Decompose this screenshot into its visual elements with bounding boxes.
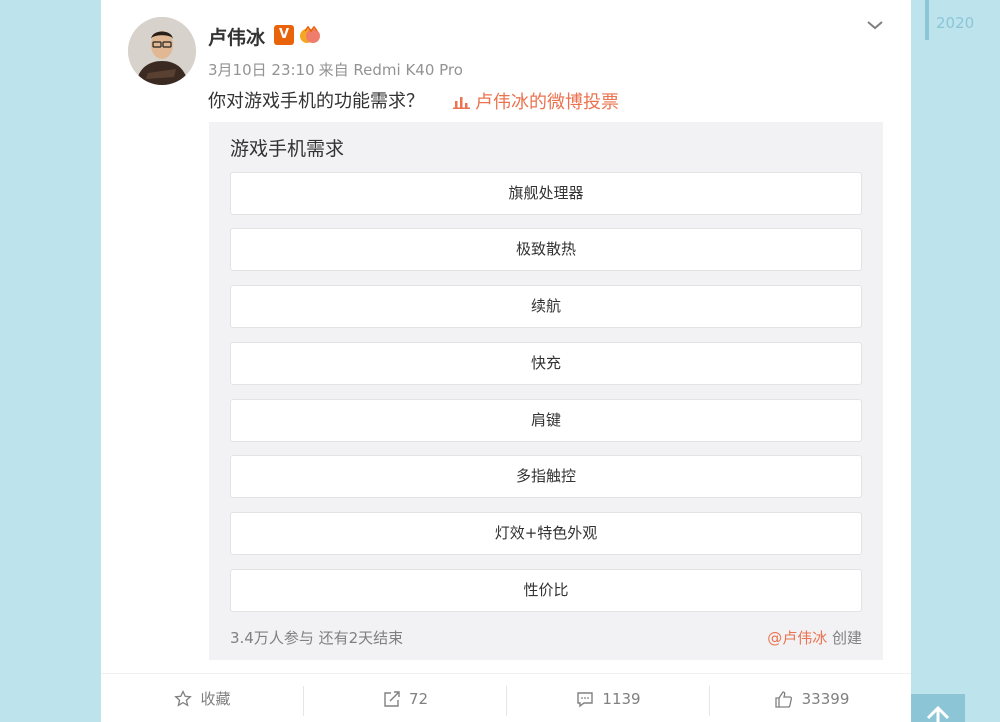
creator-suffix: 创建 [831,629,862,647]
post-card: 卢伟冰 V 3月10日 23:10 来自 Redmi K40 Pro 你对游戏手机… [101,0,911,722]
comment-button[interactable]: 1139 [507,674,710,722]
repost-button[interactable]: 72 [304,674,507,722]
comment-count: 1139 [602,689,641,708]
verified-badge-icon: V [274,25,294,45]
vip-badge-icon [299,24,321,46]
timeline-bar [925,0,929,40]
action-bar: 收藏 72 1139 33399 [101,673,911,722]
comment-icon [577,691,594,707]
post-date[interactable]: 3月10日 23:10 [208,61,315,79]
poll-option[interactable]: 灯效+特色外观 [230,512,862,555]
username[interactable]: 卢伟冰 [208,23,265,50]
star-icon [174,689,193,707]
poll-option[interactable]: 快充 [230,342,862,385]
poll-title: 游戏手机需求 [230,138,345,160]
post-meta: 3月10日 23:10 来自 Redmi K40 Pro [208,59,467,80]
poll-option[interactable]: 极致散热 [230,228,862,271]
poll-option[interactable]: 旗舰处理器 [230,172,862,215]
creator-mention[interactable]: @卢伟冰 [767,629,827,647]
post-text: 你对游戏手机的功能需求？ [208,91,424,112]
thumbs-up-icon [774,690,792,708]
favorite-button[interactable]: 收藏 [101,674,304,722]
arrow-up-icon [926,705,950,722]
avatar-image [128,17,196,85]
favorite-label: 收藏 [200,690,231,708]
timeline-year[interactable]: 2020 [936,14,974,32]
poll-chart-icon [453,97,470,109]
avatar[interactable] [128,17,196,85]
share-icon [384,690,400,707]
poll-option[interactable]: 性价比 [230,569,862,612]
poll-link-label: 卢伟冰的微博投票 [475,92,619,113]
poll-stats: 3.4万人参与 还有2天结束 [230,629,404,647]
poll-link[interactable]: 卢伟冰的微博投票 [453,88,619,114]
poll-option[interactable]: 肩键 [230,399,862,442]
post-source: 来自 Redmi K40 Pro [318,61,463,79]
repost-count: 72 [408,689,429,708]
scroll-to-top-button[interactable] [911,694,965,722]
chevron-down-icon[interactable] [863,15,887,35]
poll-option[interactable]: 多指触控 [230,455,862,498]
like-button[interactable]: 33399 [710,674,913,722]
poll-option[interactable]: 续航 [230,285,862,328]
like-count: 33399 [801,689,850,708]
poll-creator: @卢伟冰 创建 [767,627,862,648]
poll-panel: 游戏手机需求 旗舰处理器 极致散热 续航 快充 肩键 多指触控 灯效+特色外观 … [209,122,883,660]
